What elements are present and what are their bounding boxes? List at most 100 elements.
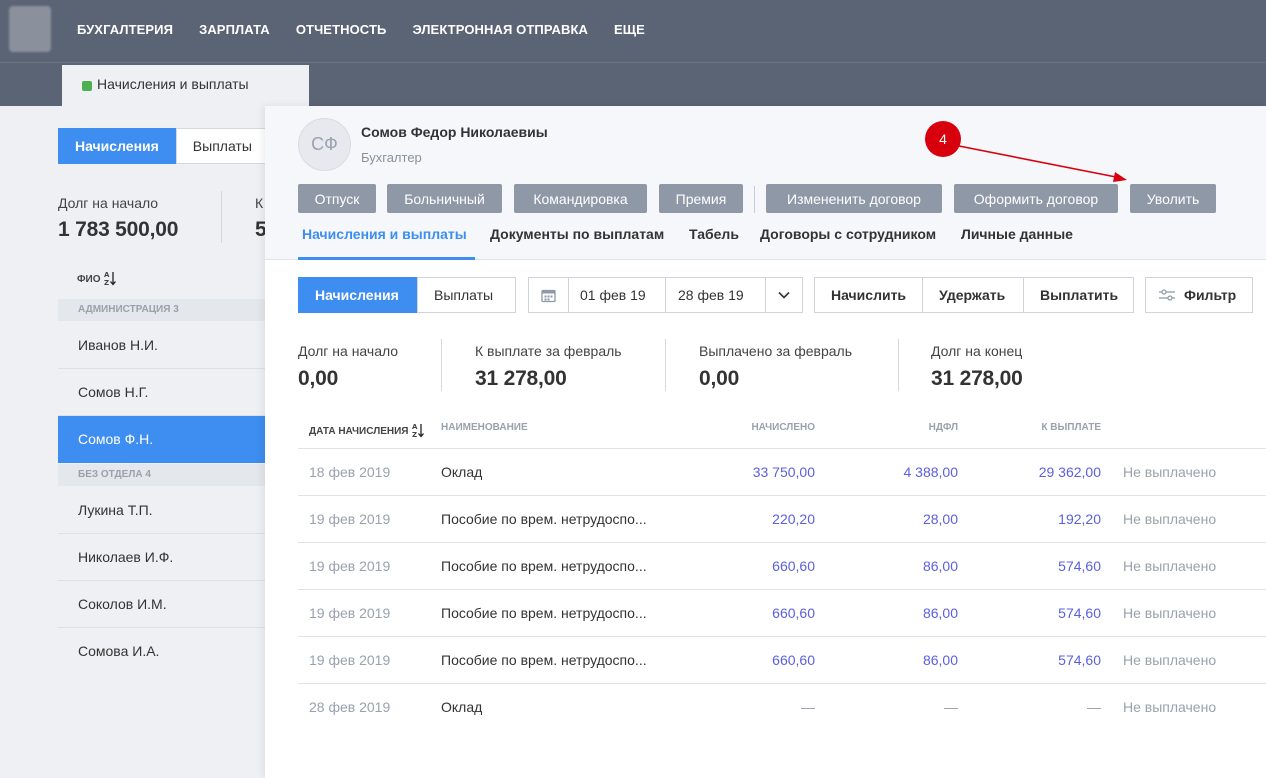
left-cut-label: К [255,195,264,211]
nav-item-more[interactable]: ЕЩЕ [614,22,645,37]
cell-status: Не выплачено [1123,464,1217,480]
bonus-button[interactable]: Премия [659,184,743,213]
avatar: СФ [298,118,351,171]
cell-to-pay[interactable]: 574,60 [1058,558,1101,574]
sick-leave-button[interactable]: Больничный [387,184,502,213]
employee-role: Бухгалтер [361,150,422,165]
left-seg-accruals[interactable]: Начисления [58,128,176,164]
divider [898,339,899,391]
business-trip-button[interactable]: Командировка [514,184,647,213]
cell-date: 18 фев 2019 [309,464,391,480]
table-row[interactable]: 28 фев 2019 Оклад — — — Не выплачено [298,683,1266,730]
left-debt-value: 1 783 500,00 [58,218,179,241]
date-dropdown-button[interactable] [765,277,803,313]
nav-item-accounting[interactable]: БУХГАЛТЕРИЯ [77,22,173,37]
table-row[interactable]: 19 фев 2019 Пособие по врем. нетрудоспо.… [298,495,1266,542]
table-row[interactable]: 19 фев 2019 Пособие по врем. нетрудоспо.… [298,589,1266,636]
left-debt-label: Долг на начало [58,195,159,211]
nav-item-salary[interactable]: ЗАРПЛАТА [199,22,270,37]
cell-date: 19 фев 2019 [309,511,391,527]
cell-accrued[interactable]: 33 750,00 [753,464,815,480]
tab-timesheet[interactable]: Табель [689,226,739,242]
cell-accrued[interactable]: 660,60 [772,605,815,621]
cell-to-pay[interactable]: 29 362,00 [1039,464,1101,480]
annotation-step-badge: 4 [925,121,961,157]
date-from-input[interactable]: 01 фев 19 [568,277,666,313]
col-header-ndfl[interactable]: НДФЛ [929,422,958,433]
nav-item-reports[interactable]: ОТЧЕТНОСТЬ [296,22,387,37]
annotation-arrow-icon [958,145,1127,182]
employee-item[interactable]: Соколов И.М. [58,581,265,628]
tab-accruals-payments[interactable]: Начисления и выплаты [302,226,467,242]
cell-ndfl[interactable]: 86,00 [923,652,958,668]
fio-sort-header[interactable]: ФИО A Z [77,270,117,287]
cell-to-pay[interactable]: 192,20 [1058,511,1101,527]
accrue-button[interactable]: Начислить [814,277,923,313]
employee-item[interactable]: Сомова И.А. [58,628,265,675]
cell-ndfl[interactable]: 28,00 [923,511,958,527]
employee-item[interactable]: Лукина Т.П. [58,487,265,534]
company-logo[interactable] [9,6,51,52]
seg-accruals[interactable]: Начисления [298,277,418,313]
change-contract-button[interactable]: Измененить договор [766,184,942,213]
page-tab-label: Начисления и выплаты [97,76,249,92]
date-to-input[interactable]: 28 фев 19 [665,277,766,313]
stat-value: 31 278,00 [475,367,567,390]
active-tab-indicator [298,257,475,260]
cell-name: Пособие по врем. нетрудоспо... [441,558,647,574]
cell-ndfl[interactable]: 86,00 [923,558,958,574]
stat-label: Долг на конец [931,343,1023,359]
vacation-button[interactable]: Отпуск [298,184,376,213]
left-seg-payments[interactable]: Выплаты [175,128,269,164]
status-dot-icon [82,81,92,91]
pay-button[interactable]: Выплатить [1023,277,1134,313]
seg-payments[interactable]: Выплаты [417,277,516,313]
nav-item-e-sending[interactable]: ЭЛЕКТРОННАЯ ОТПРАВКА [412,22,588,37]
col-header-to-pay[interactable]: К ВЫПЛАТЕ [1041,422,1101,433]
cell-accrued[interactable]: 220,20 [772,511,815,527]
cell-ndfl[interactable]: 4 388,00 [904,464,959,480]
page-tab-accruals[interactable]: Начисления и выплаты [62,65,309,106]
divider [441,339,442,391]
calendar-button[interactable] [528,277,569,313]
table-row[interactable]: 18 фев 2019 Оклад 33 750,00 4 388,00 29 … [298,448,1266,495]
table-row[interactable]: 19 фев 2019 Пособие по врем. нетрудоспо.… [298,636,1266,683]
col-header-accrued[interactable]: НАЧИСЛЕНО [751,422,815,433]
svg-text:Z: Z [104,279,109,286]
col-header-date[interactable]: ДАТА НАЧИСЛЕНИЯ A Z [309,422,425,439]
employee-item[interactable]: Николаев И.Ф. [58,534,265,581]
cell-accrued[interactable]: 660,60 [772,558,815,574]
withhold-button[interactable]: Удержать [922,277,1024,313]
cell-status: Не выплачено [1123,699,1217,715]
col-header-name[interactable]: НАИМЕНОВАНИЕ [441,422,528,433]
group-header-no-dept: БЕЗ ОТДЕЛА 4 [58,464,265,486]
stat-value: 0,00 [699,367,740,390]
employee-item[interactable]: Иванов Н.И. [58,322,265,369]
cell-status: Не выплачено [1123,605,1217,621]
chevron-down-icon [778,291,790,299]
cell-ndfl[interactable]: 86,00 [923,605,958,621]
cell-date: 19 фев 2019 [309,605,391,621]
employee-item[interactable]: Сомов Н.Г. [58,369,265,416]
cell-to-pay[interactable]: 574,60 [1058,652,1101,668]
cell-to-pay[interactable]: 574,60 [1058,605,1101,621]
cell-name: Оклад [441,699,483,715]
cell-status: Не выплачено [1123,652,1217,668]
svg-text:A: A [104,271,110,279]
cell-name: Пособие по врем. нетрудоспо... [441,511,647,527]
divider [221,191,222,243]
stat-label: К выплате за февраль [475,343,622,359]
cell-name: Оклад [441,464,483,480]
filter-button[interactable]: Фильтр [1145,277,1253,313]
main-nav: БУХГАЛТЕРИЯ ЗАРПЛАТА ОТЧЕТНОСТЬ ЭЛЕКТРОН… [77,22,671,37]
table-row[interactable]: 19 фев 2019 Пособие по врем. нетрудоспо.… [298,542,1266,589]
svg-text:A: A [412,423,418,431]
tab-personal-data[interactable]: Личные данные [961,226,1073,242]
employee-item-selected[interactable]: Сомов Ф.Н. [58,416,265,463]
tab-contracts[interactable]: Договоры с сотрудником [760,226,936,242]
filter-label: Фильтр [1184,287,1237,303]
cell-accrued: — [801,699,815,715]
cell-date: 19 фев 2019 [309,558,391,574]
cell-accrued[interactable]: 660,60 [772,652,815,668]
tab-payment-documents[interactable]: Документы по выплатам [490,226,664,242]
